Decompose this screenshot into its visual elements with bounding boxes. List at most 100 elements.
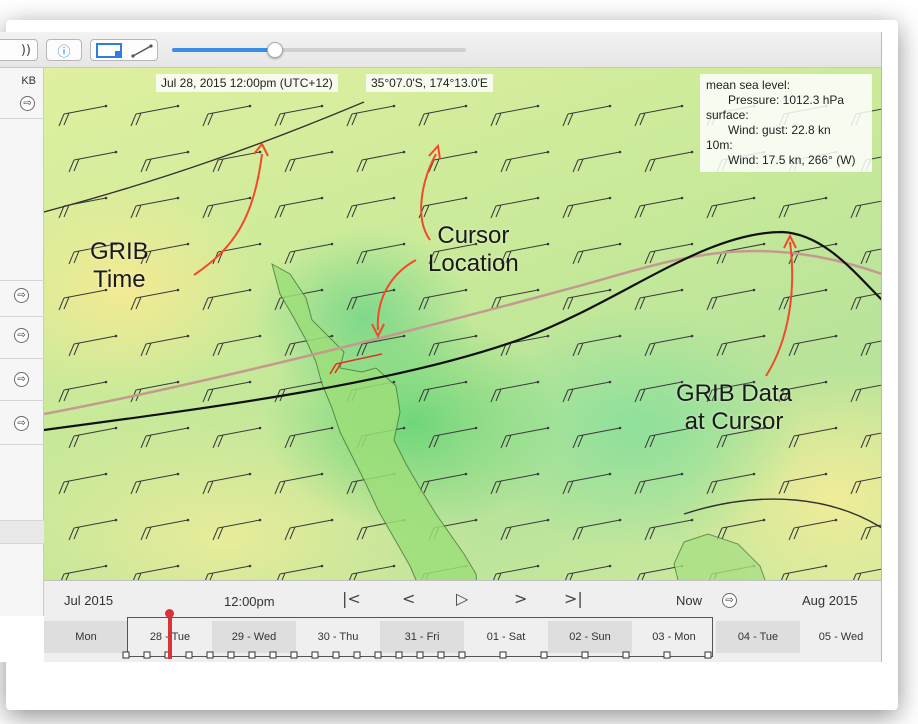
sidebar-arrow-icon[interactable]: ⇨	[14, 328, 29, 343]
wind-barb	[130, 196, 180, 219]
wind-barb	[418, 104, 468, 127]
wind-barb	[562, 472, 612, 495]
wind-barb	[788, 426, 838, 449]
first-frame-button[interactable]: |<	[342, 589, 361, 608]
timeline-tick[interactable]	[540, 651, 548, 659]
timeline-tick[interactable]	[416, 651, 424, 659]
wind-barb	[500, 518, 550, 541]
sidebar: KB ⇨ ⇨ ⇨ ⇨ ⇨	[0, 68, 44, 616]
play-button[interactable]: ▷	[456, 589, 468, 608]
now-button[interactable]: Now	[676, 593, 702, 608]
timeline-tick[interactable]	[311, 651, 319, 659]
timeline-tick[interactable]	[499, 651, 507, 659]
sidebar-arrow-icon[interactable]: ⇨	[20, 96, 35, 111]
timeline-tick[interactable]	[437, 651, 445, 659]
timeline-tick[interactable]	[374, 651, 382, 659]
sidebar-arrow-icon[interactable]: ⇨	[14, 416, 29, 431]
wind-barb	[274, 104, 324, 127]
now-arrow-icon[interactable]: ⇨	[722, 593, 737, 608]
wind-barb	[634, 288, 684, 311]
timeline-tick[interactable]	[395, 651, 403, 659]
grib-data-line: mean sea level:	[706, 78, 791, 92]
wind-barb	[572, 242, 622, 265]
landmass	[271, 262, 479, 616]
wind-barb	[572, 334, 622, 357]
wind-barb	[716, 334, 766, 357]
wind-barb	[212, 518, 262, 541]
wind-barb	[788, 334, 838, 357]
wind-barb	[428, 334, 478, 357]
wind-barb	[572, 518, 622, 541]
timeline-tick[interactable]	[332, 651, 340, 659]
previous-frame-button[interactable]: <	[402, 589, 415, 608]
grib-data-line: surface:	[706, 108, 749, 122]
last-frame-button[interactable]: >|	[564, 589, 583, 608]
wind-barb	[68, 426, 118, 449]
annotation-text: Cursor	[437, 222, 510, 249]
wind-barb	[212, 334, 262, 357]
timeline-tick[interactable]	[206, 651, 214, 659]
timeline-tick[interactable]	[185, 651, 193, 659]
timeline-tick[interactable]	[622, 651, 630, 659]
wind-barb	[572, 150, 622, 173]
timeline-tick[interactable]	[122, 651, 130, 659]
wind-barb	[706, 288, 756, 311]
sound-button[interactable]: ))	[0, 39, 38, 61]
wind-barb	[428, 150, 478, 173]
annotation-cursor-location: Cursor Location	[428, 222, 519, 278]
sidebar-selected-row[interactable]	[0, 520, 44, 544]
wind-barb	[418, 288, 468, 311]
wind-barb	[562, 288, 612, 311]
time-slider-fill	[172, 48, 275, 52]
wind-barb	[644, 150, 694, 173]
sidebar-divider	[0, 118, 44, 119]
wind-barb	[202, 104, 252, 127]
measure-line-icon[interactable]	[131, 43, 153, 59]
wind-barb	[58, 104, 108, 127]
timeline-tick[interactable]	[704, 651, 712, 659]
app-window: )) ⓘ KB ⇨ ⇨ ⇨ ⇨ ⇨ Jul 28, 2015 12:00pm (…	[0, 32, 882, 662]
wind-barb	[500, 150, 550, 173]
info-icon: ⓘ	[57, 44, 71, 60]
time-slider[interactable]	[172, 42, 466, 58]
wind-barb	[500, 426, 550, 449]
timeline-tick[interactable]	[227, 651, 235, 659]
annotation-text: GRIB Data	[676, 380, 793, 407]
grib-data-line: Pressure: 1012.3 hPa	[728, 93, 845, 107]
sidebar-divider	[0, 444, 44, 445]
info-button[interactable]: ⓘ	[46, 39, 82, 61]
time-slider-thumb[interactable]	[266, 42, 283, 58]
timeline-current-marker[interactable]	[168, 613, 172, 659]
wind-barb	[706, 472, 756, 495]
selection-tool-group[interactable]	[90, 39, 158, 61]
timeline-tick[interactable]	[458, 651, 466, 659]
annotation-text: Time	[93, 266, 146, 293]
wind-barb	[346, 104, 396, 127]
timeline-tick[interactable]	[143, 651, 151, 659]
timeline-tick[interactable]	[353, 651, 361, 659]
sidebar-arrow-icon[interactable]: ⇨	[14, 288, 29, 303]
weather-map[interactable]: Jul 28, 2015 12:00pm (UTC+12) 35°07.0'S,…	[44, 68, 881, 616]
sidebar-divider	[0, 280, 44, 281]
timeline-tick[interactable]	[290, 651, 298, 659]
wind-barb	[58, 196, 108, 219]
next-frame-button[interactable]: >	[514, 589, 527, 608]
wind-barb	[634, 196, 684, 219]
annotation-grib-time: GRIB Time	[90, 238, 149, 294]
timeline-month-end: Aug 2015	[802, 593, 858, 608]
wind-barb	[130, 104, 180, 127]
wind-barb	[850, 476, 881, 495]
timeline-bar: Jul 2015 12:00pm |< < ▷ > >| Now ⇨ Aug 2…	[44, 580, 881, 662]
sidebar-arrow-icon[interactable]: ⇨	[14, 372, 29, 387]
timeline-tick[interactable]	[248, 651, 256, 659]
wind-barb	[202, 288, 252, 311]
wind-barb	[68, 334, 118, 357]
timeline-tick[interactable]	[269, 651, 277, 659]
timeline-tick[interactable]	[663, 651, 671, 659]
timeline-tick[interactable]	[581, 651, 589, 659]
wind-barb	[58, 380, 108, 403]
wind-barb	[778, 288, 828, 311]
wind-barb	[202, 472, 252, 495]
cursor-point-arrow	[376, 259, 417, 331]
wind-barb	[346, 288, 396, 311]
